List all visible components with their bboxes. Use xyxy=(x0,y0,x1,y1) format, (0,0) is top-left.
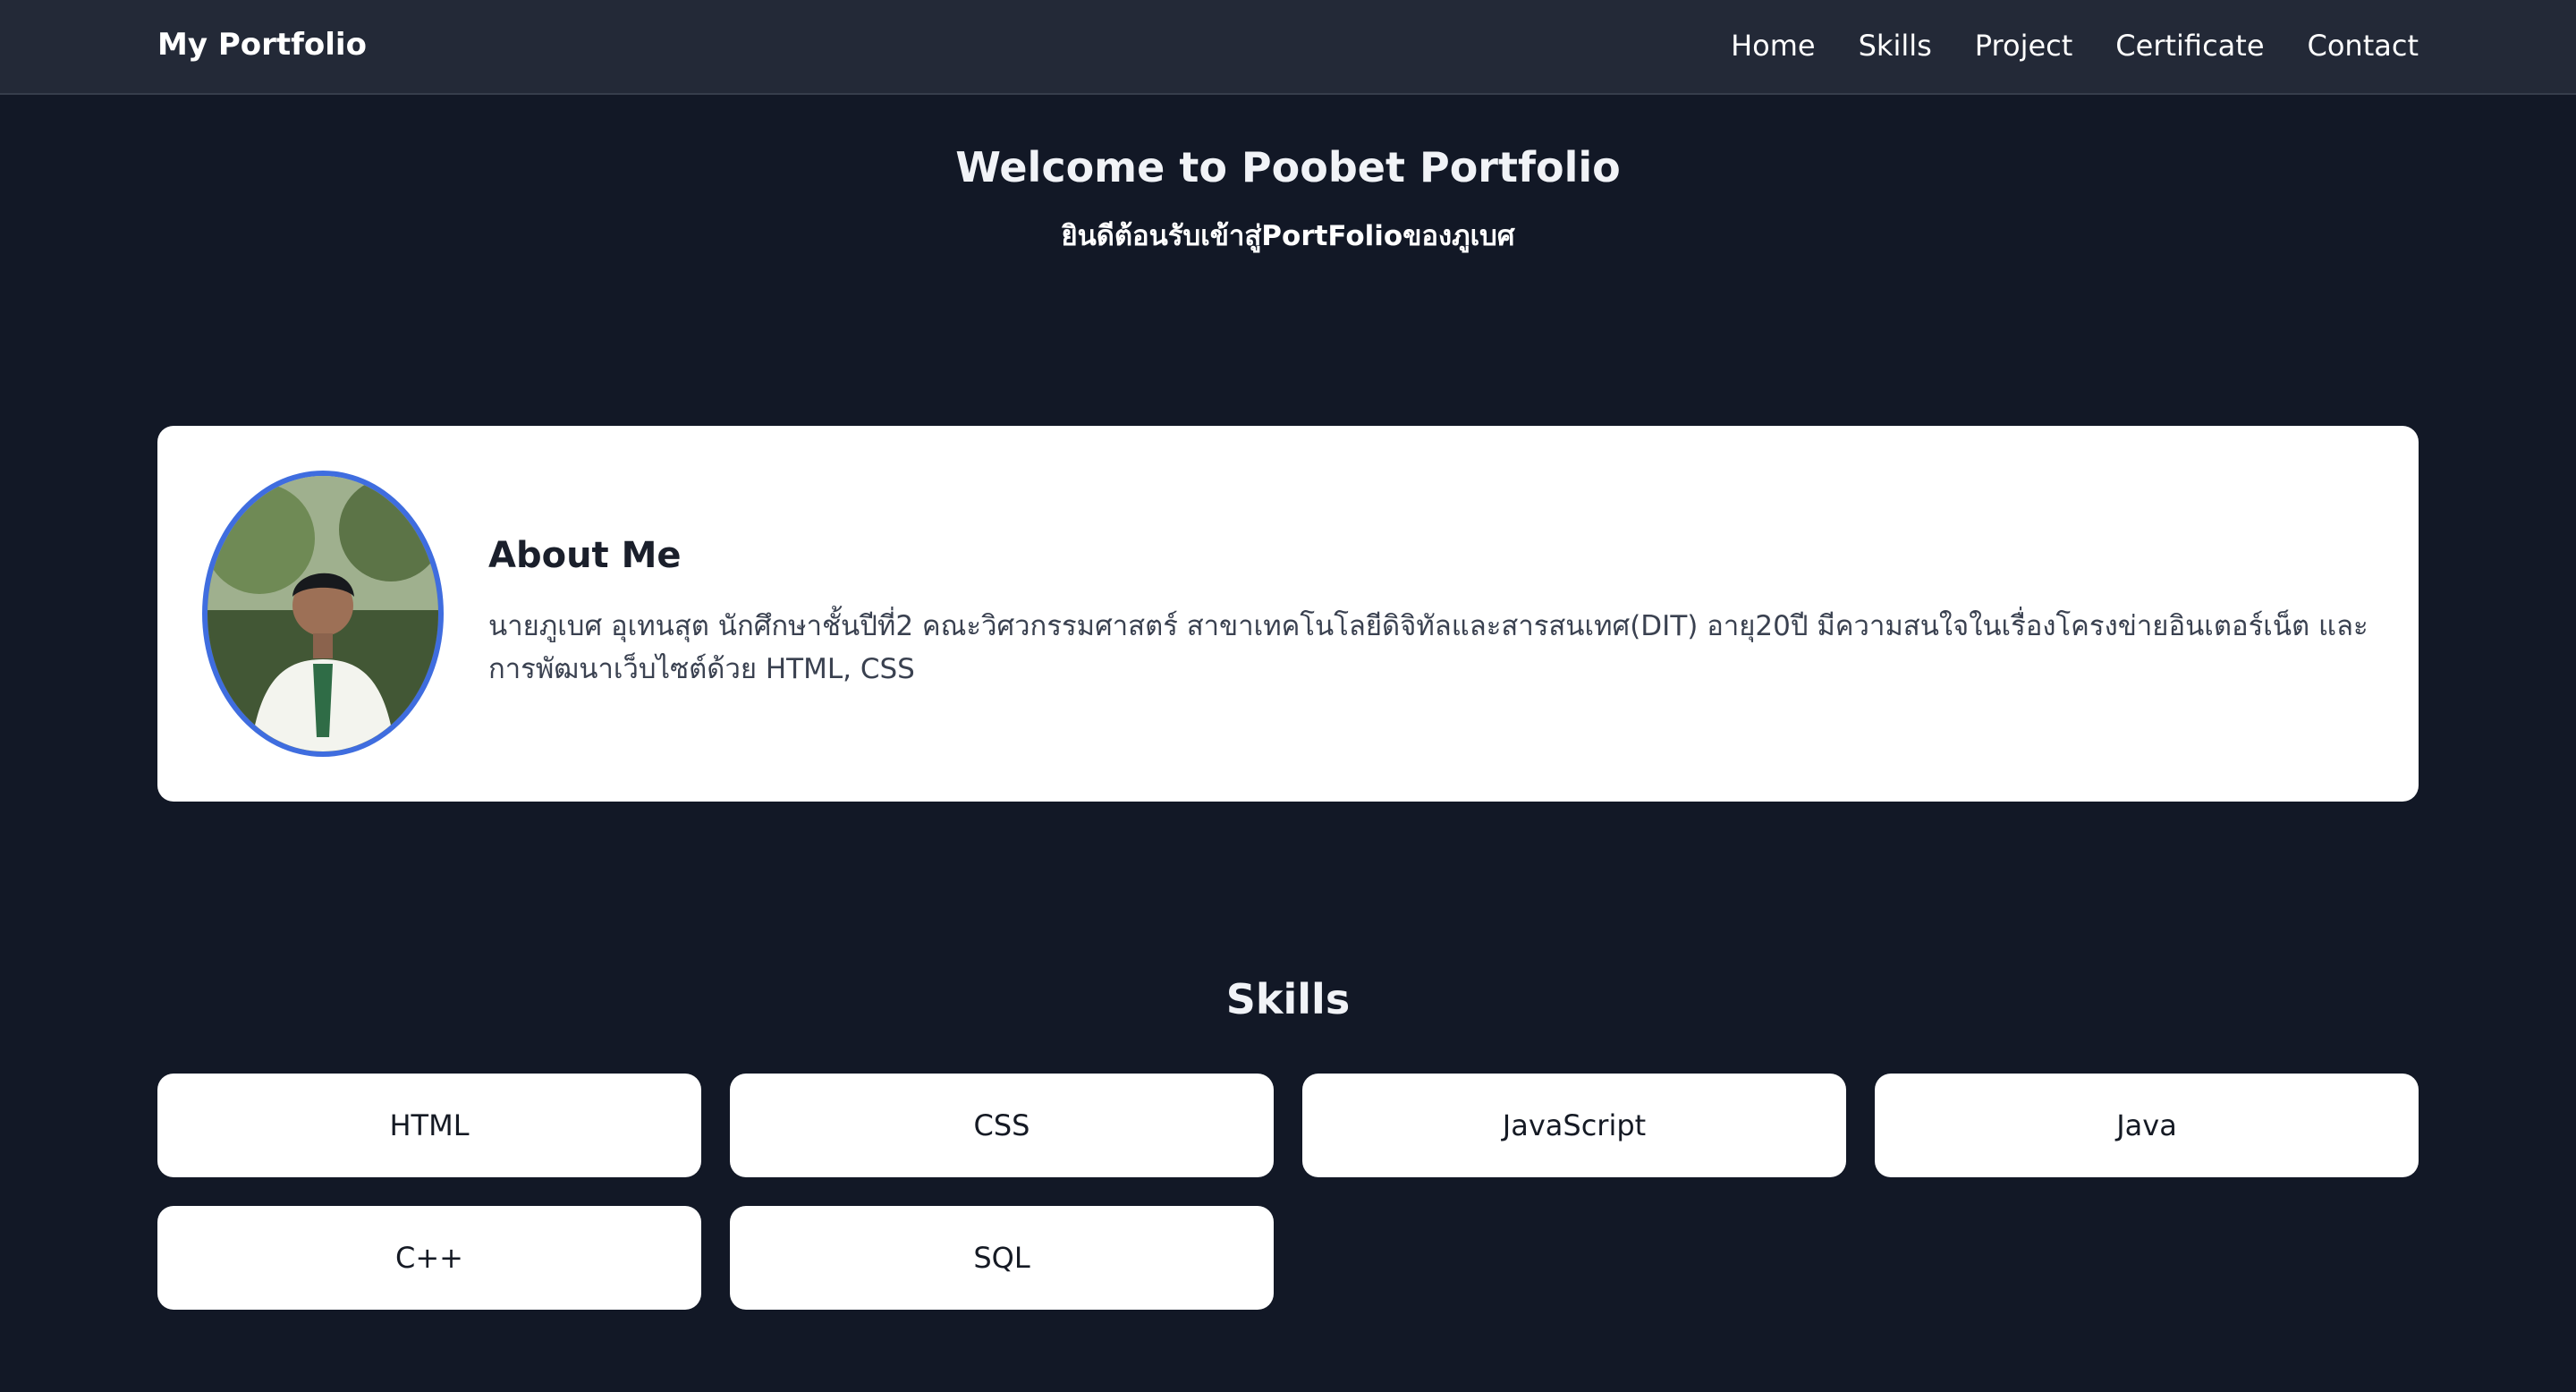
profile-photo-illustration xyxy=(208,476,438,751)
nav-link-project[interactable]: Project xyxy=(1975,29,2072,63)
nav-link-certificate[interactable]: Certificate xyxy=(2115,29,2264,63)
skill-card-cpp: C++ xyxy=(157,1206,701,1310)
skill-card-css: CSS xyxy=(730,1074,1274,1177)
hero-subtitle: ยินดีต้อนรับเข้าสู่PortFolioของภูเบศ xyxy=(1061,220,1515,252)
brand-logo-text[interactable]: My Portfolio xyxy=(157,27,367,63)
top-navbar: My Portfolio Home Skills Project Certifi… xyxy=(0,0,2576,95)
about-title: About Me xyxy=(488,535,682,576)
about-description: นายภูเบศ อุเทนสุต นักศึกษาชั้นปีที่2 คณะ… xyxy=(488,610,2368,685)
profile-avatar xyxy=(202,471,444,757)
skills-title: Skills xyxy=(1225,975,1351,1023)
skill-card-sql: SQL xyxy=(730,1206,1274,1310)
skill-card-javascript: JavaScript xyxy=(1302,1074,1846,1177)
nav-links: Home Skills Project Certificate Contact xyxy=(1731,29,2419,63)
nav-link-contact[interactable]: Contact xyxy=(2308,29,2419,63)
hero-title: Welcome to Poobet Portfolio xyxy=(955,143,1621,191)
nav-link-home[interactable]: Home xyxy=(1731,29,1816,63)
skill-card-html: HTML xyxy=(157,1074,701,1177)
about-card: About Me นายภูเบศ อุเทนสุต นักศึกษาชั้นป… xyxy=(157,426,2419,802)
nav-link-skills[interactable]: Skills xyxy=(1859,29,1932,63)
skill-card-java: Java xyxy=(1875,1074,2419,1177)
